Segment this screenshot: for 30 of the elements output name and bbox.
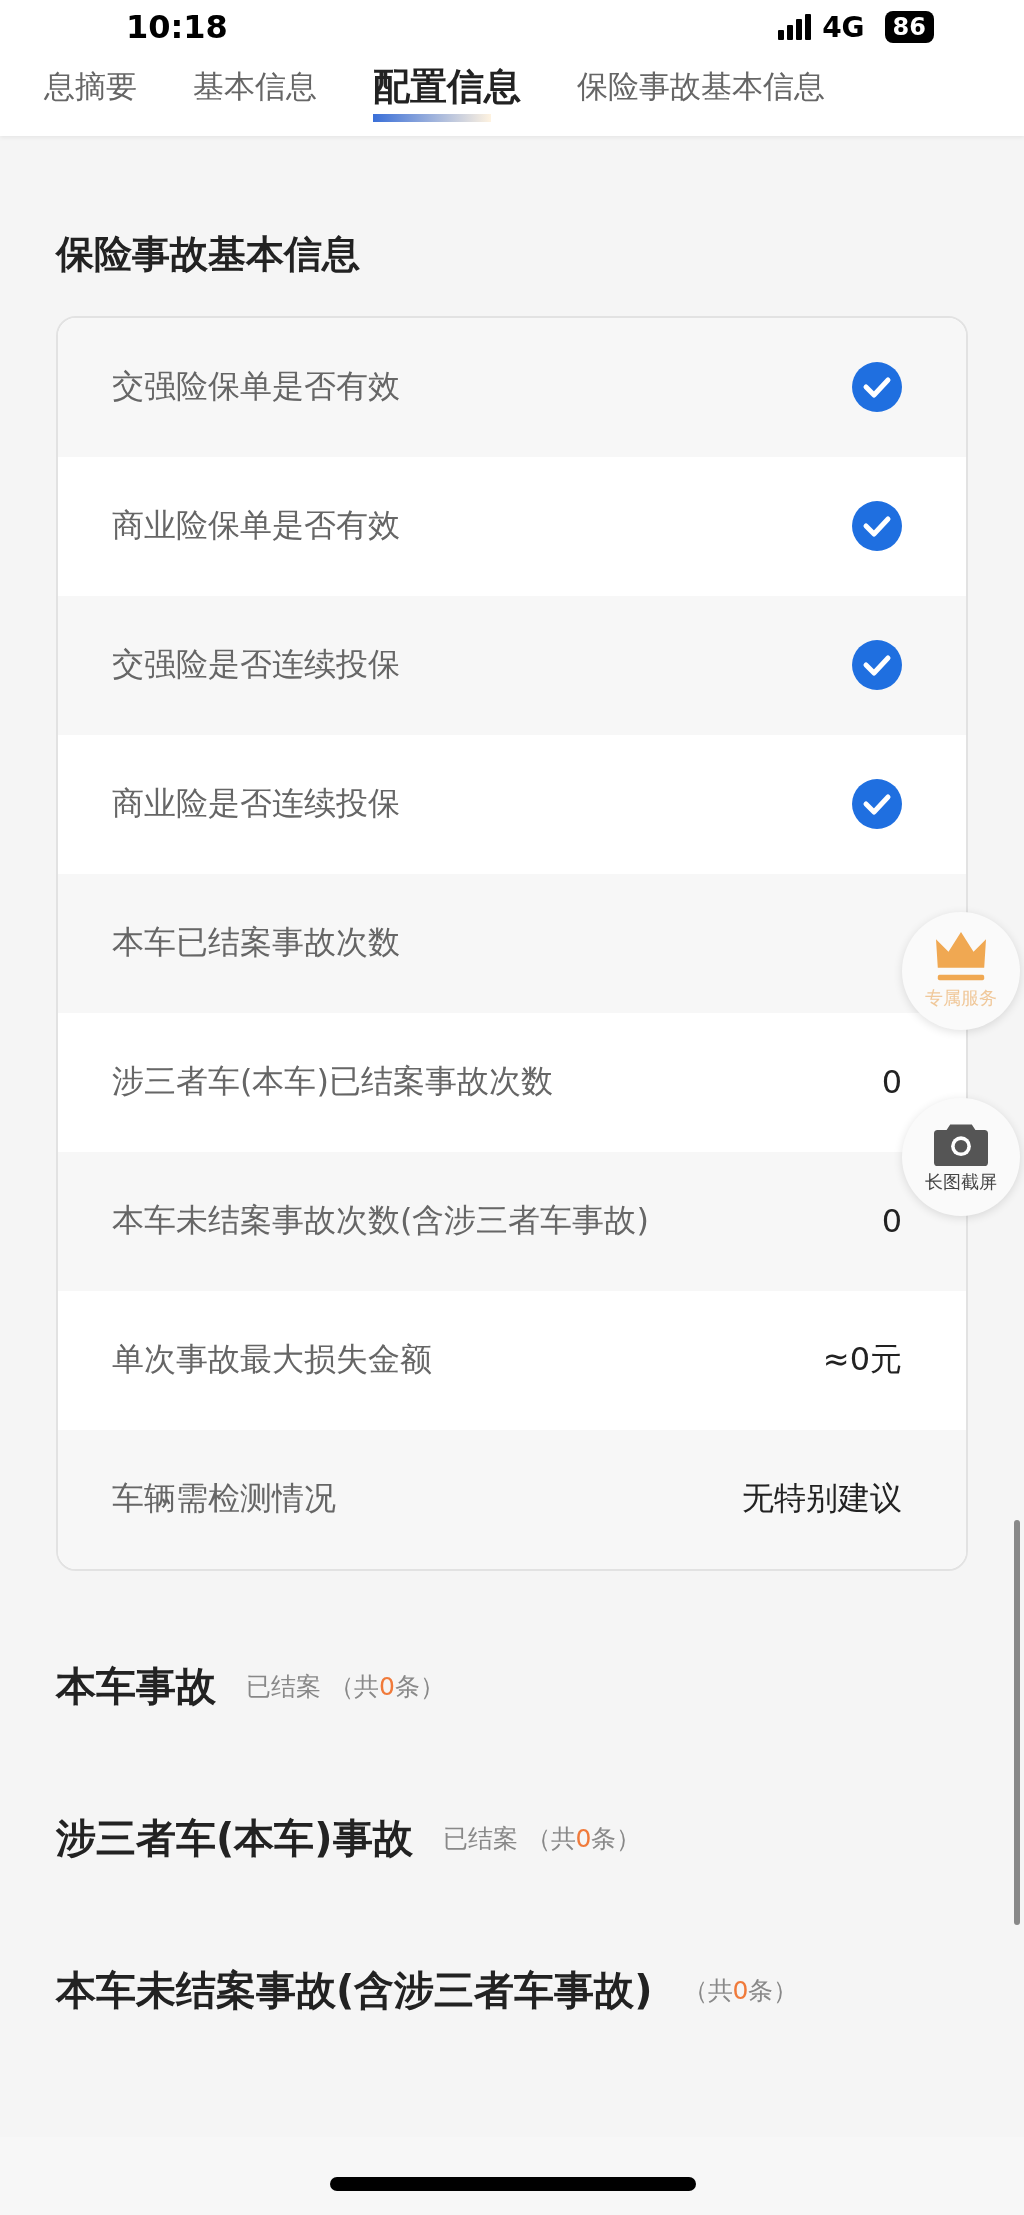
floating-button[interactable]: 长图截屏 — [902, 1098, 1020, 1216]
row-label: 商业险是否连续投保 — [112, 783, 400, 825]
section-heading: 本车未结案事故(含涉三者车事故) — [56, 1966, 653, 2016]
crown-icon — [934, 932, 988, 982]
battery-indicator: 86 — [884, 11, 934, 43]
row-label: 本车已结案事故次数 — [112, 922, 400, 964]
row-value: 0 — [881, 1202, 902, 1241]
row-value: ≈0元 — [822, 1339, 902, 1381]
tab[interactable]: 息摘要 — [44, 66, 137, 118]
tab[interactable]: 保险事故基本信息 — [577, 66, 825, 118]
row-value: 0 — [881, 1063, 902, 1102]
record-count: 已结案 （共0条） — [442, 1823, 642, 1856]
signal-icon — [778, 14, 813, 40]
record-count: 已结案 （共0条） — [246, 1671, 445, 1704]
row-label: 交强险保单是否有效 — [112, 366, 400, 408]
row-label: 交强险是否连续投保 — [112, 644, 400, 686]
row-label: 单次事故最大损失金额 — [112, 1339, 432, 1381]
record-count: （共0条） — [682, 1975, 799, 2008]
section-title: 保险事故基本信息 — [56, 232, 361, 278]
tab[interactable]: 配置信息 — [373, 62, 521, 122]
tab[interactable]: 基本信息 — [193, 66, 317, 118]
section-heading: 涉三者车(本车)事故 — [56, 1814, 413, 1864]
status-time: 10:18 — [126, 8, 228, 46]
row-label: 车辆需检测情况 — [112, 1478, 336, 1520]
row-value: 无特别建议 — [742, 1478, 902, 1520]
row-label: 商业险保单是否有效 — [112, 505, 400, 547]
row-label: 本车未结案事故次数(含涉三者车事故) — [112, 1200, 649, 1242]
section-heading: 本车事故 — [56, 1662, 216, 1712]
network-label: 4G — [822, 10, 865, 44]
row-label: 涉三者车(本车)已结案事故次数 — [112, 1061, 553, 1103]
